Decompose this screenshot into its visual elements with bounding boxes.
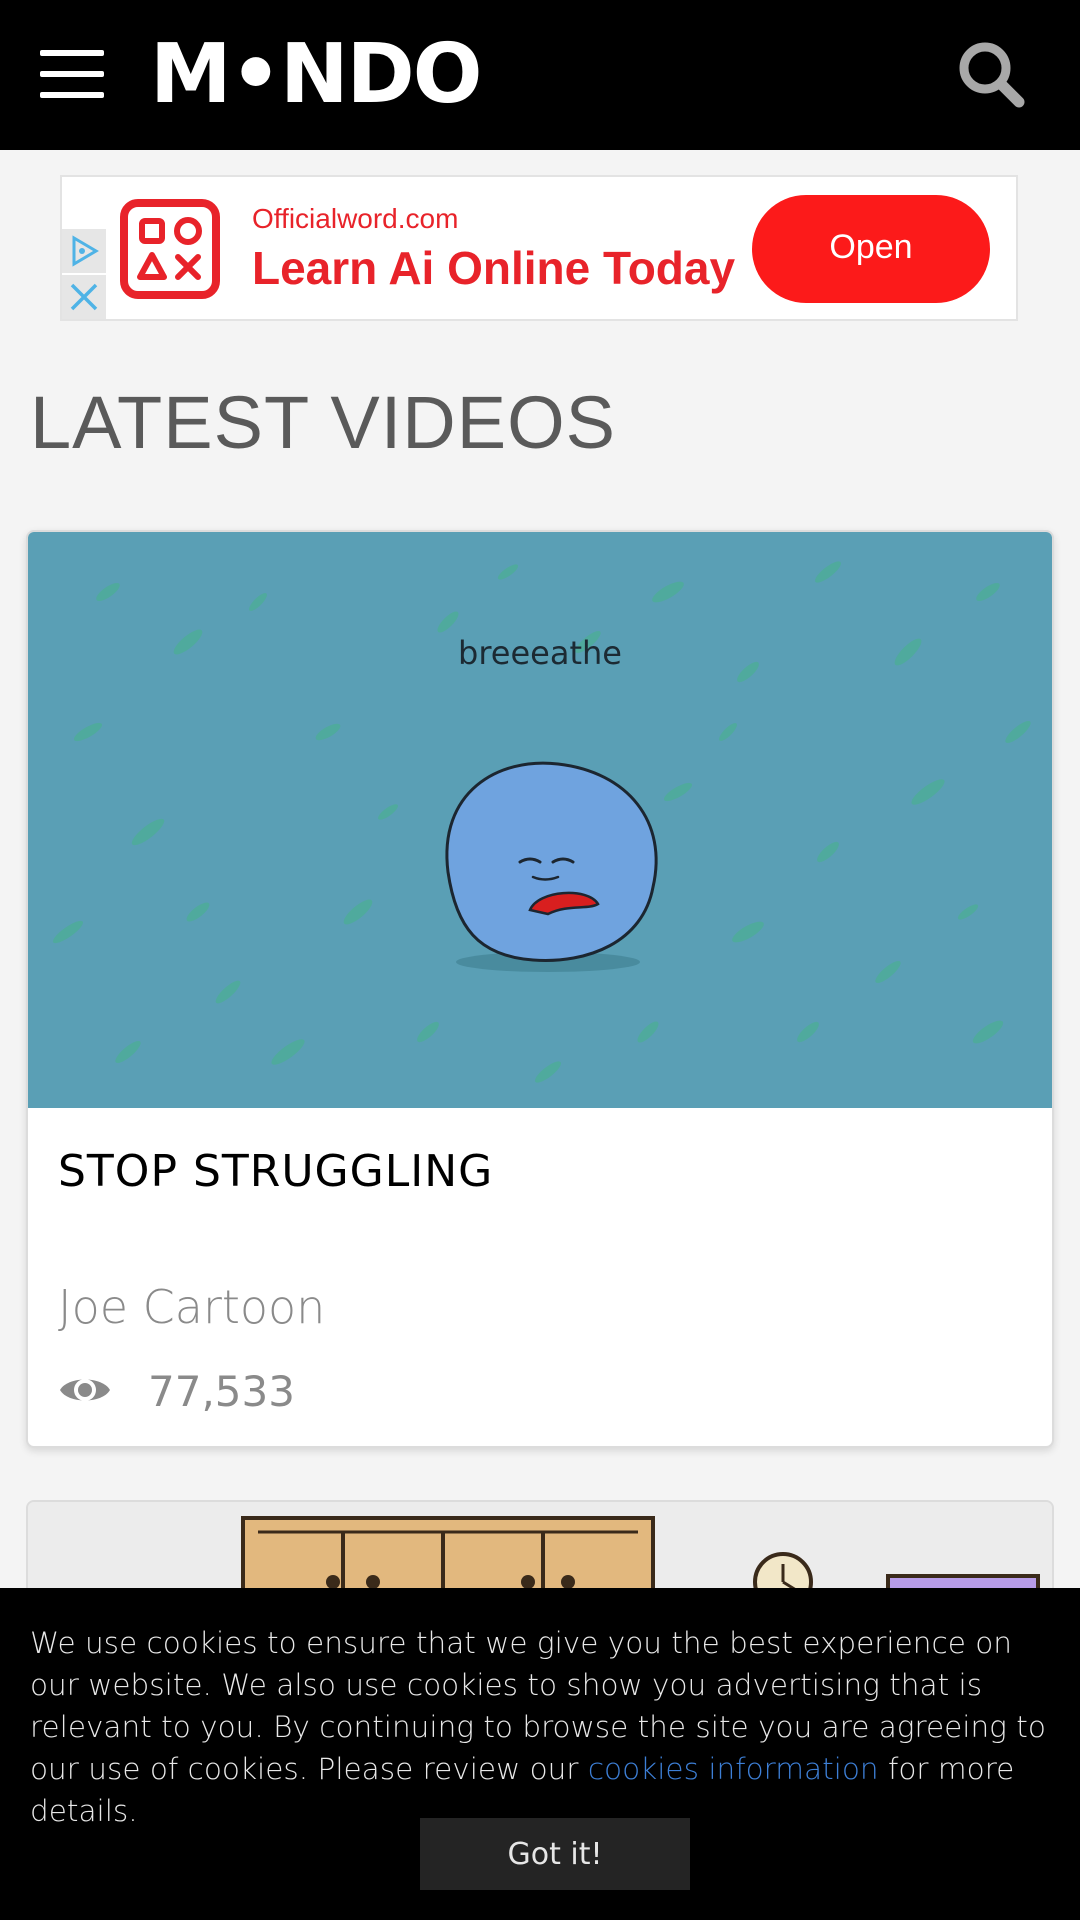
video-thumbnail[interactable]: breeeathe	[28, 532, 1052, 1108]
close-icon[interactable]	[62, 275, 106, 319]
top-header: M•NDO	[0, 0, 1080, 150]
ad-choices	[62, 229, 108, 319]
cookie-message: We use cookies to ensure that we give yo…	[30, 1626, 1046, 1828]
eye-icon	[58, 1370, 112, 1410]
cookies-information-link[interactable]: cookies information	[588, 1752, 879, 1786]
ad-choices-icon[interactable]	[62, 229, 106, 273]
section-title: LATEST VIDEOS	[30, 381, 616, 464]
video-title[interactable]: STOP STRUGGLING	[58, 1142, 493, 1202]
ad-open-button[interactable]: Open	[752, 195, 990, 303]
cookie-banner: We use cookies to ensure that we give yo…	[0, 1588, 1080, 1920]
video-author[interactable]: Joe Cartoon	[58, 1277, 325, 1337]
got-it-button[interactable]: Got it!	[420, 1818, 690, 1890]
hamburger-menu-icon[interactable]	[40, 50, 104, 98]
thumbnail-caption: breeeathe	[458, 634, 622, 672]
advertiser-logo-icon[interactable]	[120, 199, 220, 299]
search-icon[interactable]	[955, 38, 1027, 110]
ad-headline[interactable]: Learn Ai Online Today	[252, 241, 735, 295]
ad-domain[interactable]: Officialword.com	[252, 203, 458, 235]
video-card[interactable]: breeeathe STOP STRUGGLING Joe Cartoon 77…	[26, 530, 1054, 1448]
view-count: 77,533	[148, 1367, 295, 1416]
ad-banner[interactable]: Officialword.com Learn Ai Online Today O…	[60, 175, 1018, 321]
site-logo[interactable]: M•NDO	[150, 30, 482, 120]
